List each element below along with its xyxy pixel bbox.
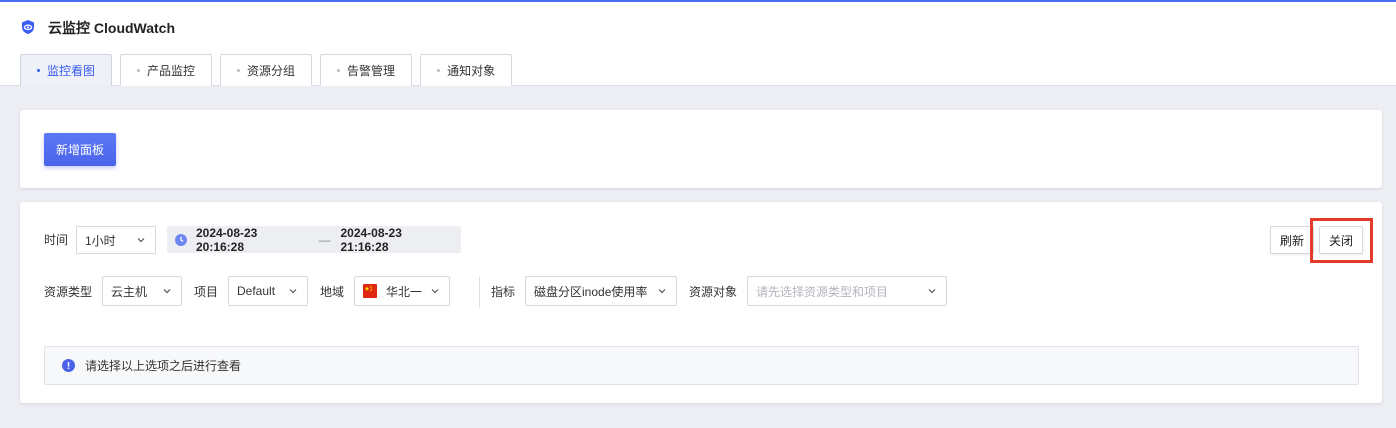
time-label: 时间	[44, 233, 69, 247]
resource-type-label: 资源类型	[44, 285, 93, 299]
metric-value: 磁盘分区inode使用率	[534, 284, 648, 299]
tab-label: 监控看图	[47, 64, 96, 78]
metric-label: 指标	[491, 285, 516, 299]
refresh-button[interactable]: 刷新	[1270, 226, 1315, 254]
time-end: 2024-08-23 21:16:28	[340, 225, 402, 254]
resource-object-label: 资源对象	[689, 285, 738, 299]
tab-alarm-management[interactable]: 告警管理	[320, 54, 413, 86]
chevron-down-icon	[658, 289, 666, 294]
time-range-value: 1小时	[85, 233, 116, 248]
tab-resource-groups[interactable]: 资源分组	[220, 54, 313, 86]
monitor-query-card: 时间 1小时 2024-08-23 20:16:28 — 2024-08-23 …	[20, 202, 1382, 403]
time-separator: —	[318, 232, 331, 247]
chevron-down-icon	[431, 289, 439, 294]
tab-label: 通知对象	[447, 64, 496, 78]
clock-icon	[175, 233, 187, 246]
time-range-display[interactable]: 2024-08-23 20:16:28 — 2024-08-23 21:16:2…	[167, 225, 461, 254]
project-label: 项目	[194, 285, 219, 299]
resource-object-placeholder: 请先选择资源类型和项目	[756, 284, 889, 299]
tab-product-monitoring[interactable]: 产品监控	[120, 54, 213, 86]
app-header: 云监控 CloudWatch 监控看图 产品监控 资源分组 告警管理 通知对象	[0, 2, 1396, 86]
tab-notification-targets[interactable]: 通知对象	[420, 54, 513, 86]
region-select[interactable]: 华北一	[354, 276, 450, 306]
filter-divider	[479, 277, 480, 308]
notice-banner: 请选择以上选项之后进行查看	[44, 346, 1359, 385]
project-select[interactable]: Default	[228, 276, 308, 306]
tab-dot	[437, 69, 441, 72]
time-start: 2024-08-23 20:16:28	[195, 225, 258, 254]
tab-dot	[137, 69, 141, 72]
region-label: 地域	[320, 285, 345, 299]
add-panel-button[interactable]: 新增面板	[44, 133, 117, 166]
tab-label: 产品监控	[147, 64, 196, 78]
notice-text: 请选择以上选项之后进行查看	[85, 359, 242, 373]
toolbar-card: 新增面板	[20, 110, 1382, 188]
chevron-down-icon	[163, 289, 171, 294]
project-value: Default	[237, 284, 276, 298]
tab-label: 告警管理	[347, 64, 396, 78]
chevron-down-icon	[928, 289, 936, 294]
info-icon	[62, 359, 75, 372]
time-range-select[interactable]: 1小时	[76, 226, 156, 254]
region-value: 华北一	[386, 284, 423, 299]
tab-dot	[237, 69, 241, 72]
app-title: 云监控 CloudWatch	[48, 20, 176, 36]
main-tabs: 监控看图 产品监控 资源分组 告警管理 通知对象	[20, 54, 513, 87]
resource-type-select[interactable]: 云主机	[102, 276, 182, 306]
tab-label: 资源分组	[247, 64, 296, 78]
resource-object-select[interactable]: 请先选择资源类型和项目	[747, 276, 947, 306]
tab-dot	[37, 69, 40, 72]
cloudwatch-logo-icon	[22, 20, 34, 34]
chevron-down-icon	[137, 238, 145, 243]
tab-monitor-charts[interactable]: 监控看图	[20, 54, 113, 86]
resource-type-value: 云主机	[111, 284, 148, 299]
close-button-highlight	[1310, 218, 1373, 263]
china-flag-icon	[363, 284, 377, 298]
metric-select[interactable]: 磁盘分区inode使用率	[525, 276, 677, 306]
tab-dot	[337, 69, 341, 72]
chevron-down-icon	[289, 289, 297, 294]
